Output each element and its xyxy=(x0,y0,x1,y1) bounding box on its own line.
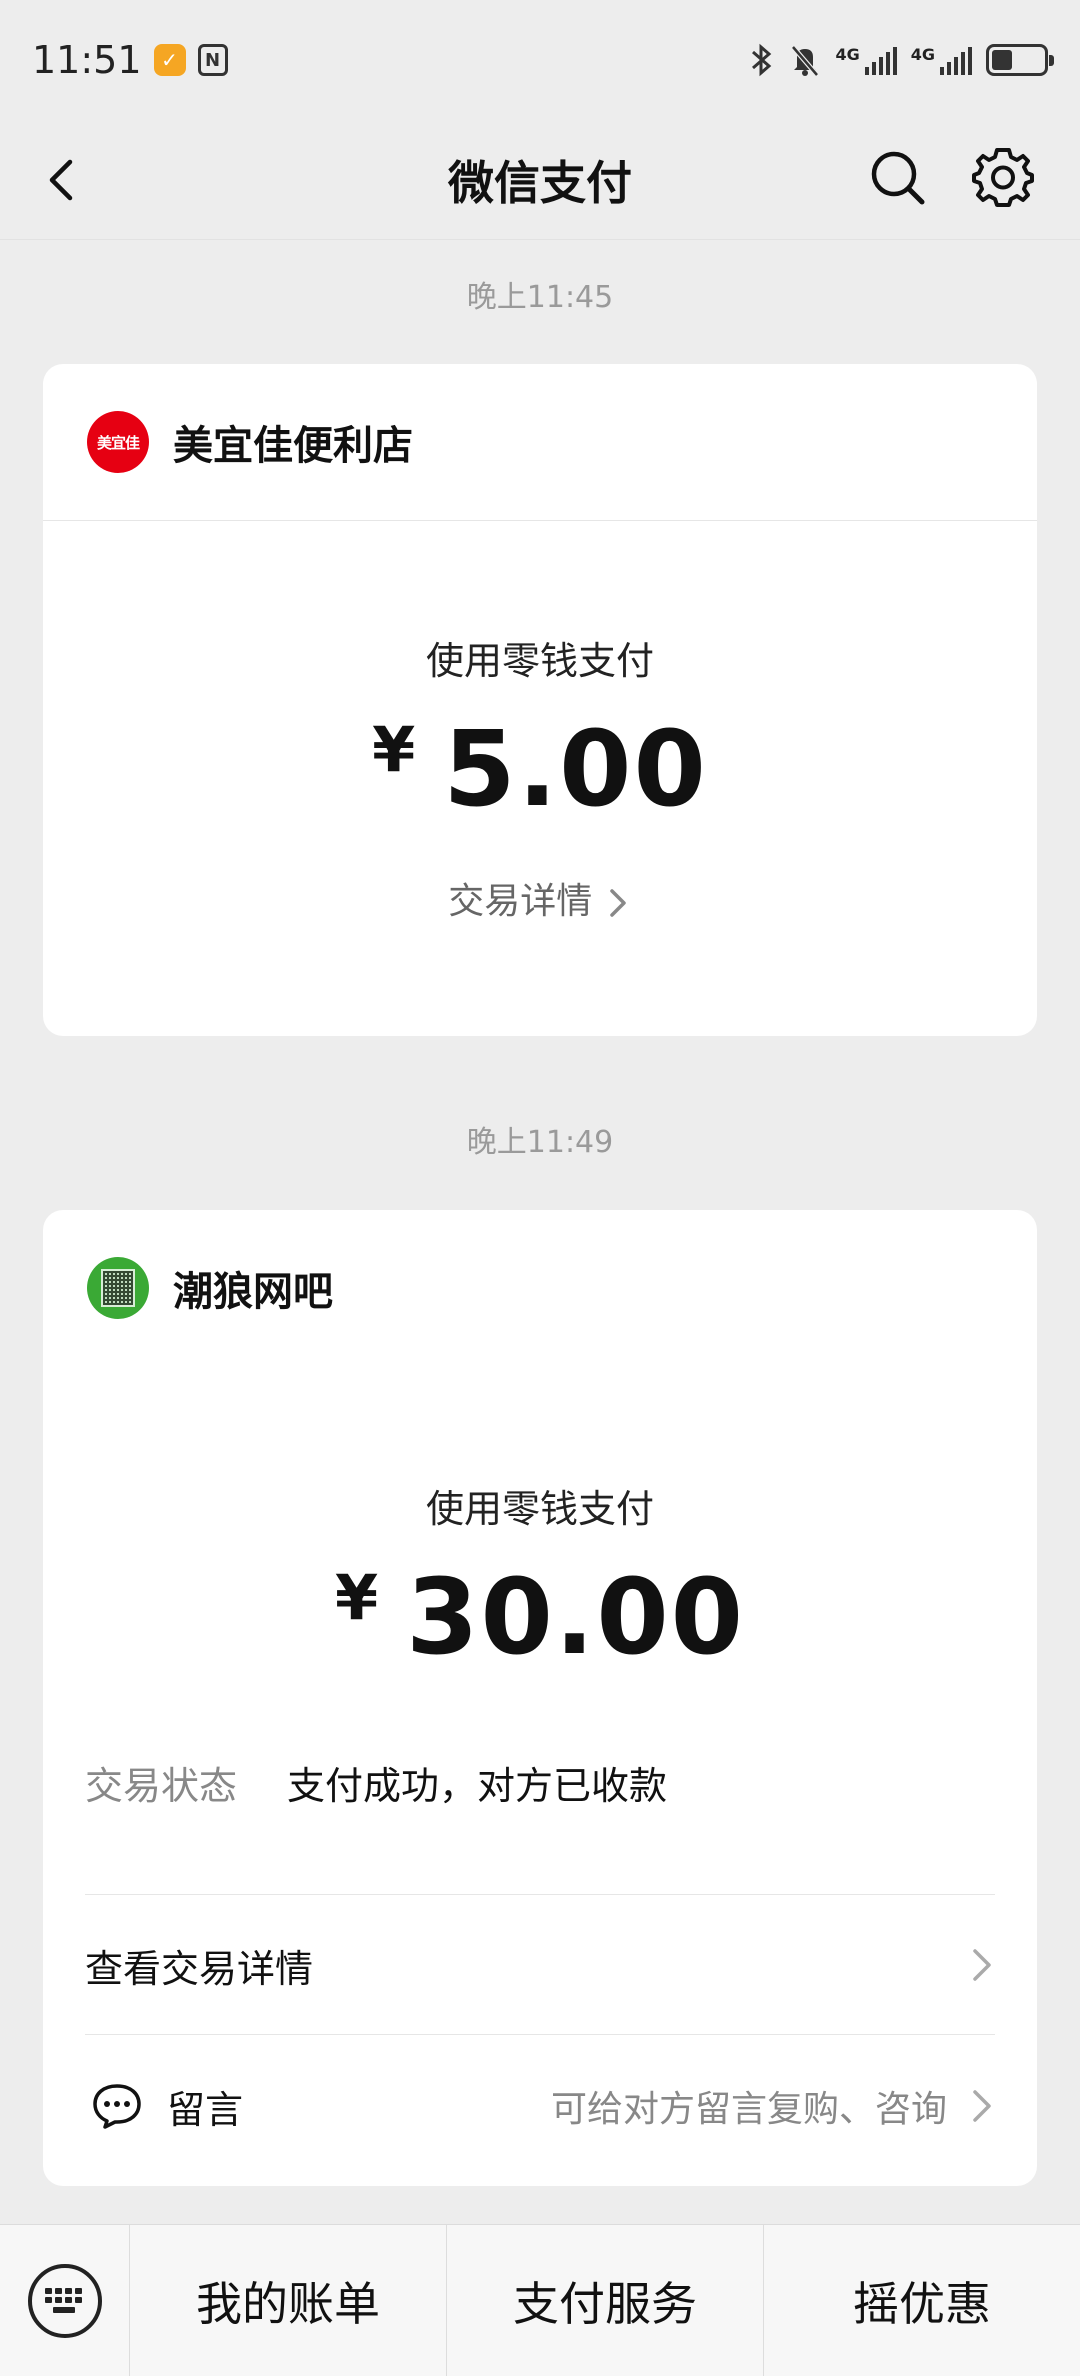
chevron-right-icon xyxy=(609,889,626,917)
merchant-row[interactable]: 美宜佳 美宜佳便利店 xyxy=(43,364,1037,520)
tab-shake-deals[interactable]: 摇优惠 xyxy=(764,2225,1080,2376)
transaction-detail-link[interactable]: 交易详情 xyxy=(43,872,1037,924)
message-hint: 可给对方留言复购、咨询 xyxy=(550,2089,947,2130)
divider xyxy=(43,520,1037,521)
tab-my-bills[interactable]: 我的账单 xyxy=(130,2225,447,2376)
status-value: 支付成功，对方已收款 xyxy=(287,1763,668,1808)
mute-bell-icon xyxy=(791,45,820,77)
message-label: 留言 xyxy=(167,2087,244,2132)
signal-2-icon: 4G xyxy=(911,45,972,75)
gear-icon[interactable] xyxy=(970,144,1036,210)
amount: ¥30.00 xyxy=(43,1556,1037,1678)
currency-symbol: ¥ xyxy=(334,1561,381,1634)
keyboard-icon xyxy=(27,2263,102,2338)
payment-card[interactable]: 美宜佳 美宜佳便利店 使用零钱支付 ¥5.00 交易详情 xyxy=(43,364,1037,1036)
battery-icon xyxy=(986,44,1054,76)
leave-message-row[interactable]: 留言 可给对方留言复购、咨询 xyxy=(85,2036,995,2176)
chevron-right-icon xyxy=(973,2090,991,2122)
bottom-menu-bar: 我的账单 支付服务 摇优惠 xyxy=(0,2224,1080,2376)
status-bar: 11:51 ✓ N 4G 4G xyxy=(0,0,1080,120)
transaction-status-row: 交易状态 支付成功，对方已收款 xyxy=(85,1752,995,1812)
merchant-logo: 美宜佳 xyxy=(87,411,149,473)
amount: ¥5.00 xyxy=(43,708,1037,830)
divider xyxy=(85,1894,995,1895)
status-label: 交易状态 xyxy=(85,1763,238,1808)
merchant-logo xyxy=(87,1257,149,1319)
bluetooth-icon xyxy=(752,43,772,77)
battery-fill xyxy=(992,50,1012,70)
page-title: 微信支付 xyxy=(448,155,632,210)
network-2-label: 4G xyxy=(910,45,935,64)
merchant-name: 美宜佳便利店 xyxy=(173,423,413,469)
back-chevron-icon[interactable] xyxy=(36,150,96,210)
nav-bar: 微信支付 xyxy=(0,120,1080,240)
status-time: 11:51 xyxy=(32,38,142,82)
status-left: 11:51 ✓ N xyxy=(32,38,228,82)
merchant-logo-text: 美宜佳 xyxy=(96,433,140,452)
chat-bubble-icon xyxy=(93,2084,141,2129)
divider xyxy=(85,2034,995,2035)
detail-link-label: 交易详情 xyxy=(448,881,593,922)
qr-code-icon xyxy=(101,1269,135,1307)
tab-payment-services[interactable]: 支付服务 xyxy=(447,2225,764,2376)
timestamp: 晚上11:45 xyxy=(466,280,614,315)
chevron-right-icon xyxy=(973,1949,991,1981)
network-1-label: 4G xyxy=(835,45,860,64)
pay-method: 使用零钱支付 xyxy=(425,639,654,683)
payment-card[interactable]: 潮狼网吧 使用零钱支付 ¥30.00 交易状态 支付成功，对方已收款 查看交易详… xyxy=(43,1210,1037,2186)
app-notification-icon: ✓ xyxy=(153,44,186,76)
nfc-icon: N xyxy=(197,44,228,76)
currency-symbol: ¥ xyxy=(372,713,418,786)
merchant-name: 潮狼网吧 xyxy=(173,1269,333,1315)
merchant-row[interactable]: 潮狼网吧 xyxy=(43,1210,1037,1366)
amount-value: 5.00 xyxy=(443,708,708,830)
status-right: 4G 4G xyxy=(749,43,1054,77)
search-icon[interactable] xyxy=(866,146,930,210)
view-transaction-detail-row[interactable]: 查看交易详情 xyxy=(85,1896,995,2034)
pay-method: 使用零钱支付 xyxy=(425,1487,654,1531)
timestamp: 晚上11:49 xyxy=(466,1125,614,1160)
view-detail-label: 查看交易详情 xyxy=(85,1946,314,1991)
amount-value: 30.00 xyxy=(406,1556,746,1678)
keyboard-toggle-button[interactable] xyxy=(0,2225,130,2376)
signal-1-icon: 4G xyxy=(835,45,897,75)
